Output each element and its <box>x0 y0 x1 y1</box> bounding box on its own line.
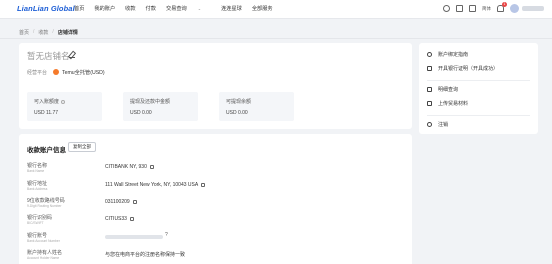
account-row-bank-address: 银行地址 Bank Address 111 Wall Street New Yo… <box>27 180 407 196</box>
account-row-account-number: 银行账号 Bank Account Number ? <box>27 232 407 248</box>
row-label: 9位收款路线号码 <box>27 198 65 204</box>
top-navbar: LianLian Global 首页 我的账户 收款 付款 交易查询 ⌄ 连连星球… <box>0 0 552 19</box>
side-item-details[interactable]: 明细查询 <box>427 86 458 93</box>
unknown-mark: ? <box>165 232 168 238</box>
copy-all-button[interactable]: 复制全部 <box>68 142 96 152</box>
stat-pending: 可入账额度 USD 11.77 <box>27 92 102 121</box>
main-nav: 首页 我的账户 收款 付款 交易查询 ⌄ 连连星球 全部服务 <box>74 5 283 12</box>
stat-withdrawing: 提现及还款中金额 USD 0.00 <box>123 92 198 121</box>
row-label: 银行名称 <box>27 163 48 169</box>
breadcrumb-home[interactable]: 首页 <box>19 29 29 36</box>
nav-receive[interactable]: 收款 <box>125 5 135 12</box>
side-actions-panel: 账户绑定指南 开具银行证明（开具成功） 明细查询 上传贸易材料 注销 <box>419 43 538 134</box>
breadcrumb-current: 店铺详情 <box>57 30 78 36</box>
side-item-label: 开具银行证明（开具成功） <box>438 66 499 72</box>
nav-planet[interactable]: 连连星球 <box>221 5 242 12</box>
store-name: 暂无店铺名 <box>27 51 70 61</box>
nav-home[interactable]: 首页 <box>74 5 84 12</box>
power-icon <box>427 122 432 127</box>
row-label: 银行账号 <box>27 233 48 239</box>
compass-icon <box>427 52 432 57</box>
side-item-bank-proof[interactable]: 开具银行证明（开具成功） <box>427 65 498 72</box>
account-row-routing: 9位收款路线号码 9-Digit Routing Number 03110020… <box>27 197 407 213</box>
breadcrumb-separator: / <box>33 29 35 35</box>
row-label-en: BIC/SWIFT <box>27 221 44 225</box>
row-label-en: 9-Digit Routing Number <box>27 204 62 208</box>
divider <box>0 38 552 39</box>
stat-value: USD 11.77 <box>34 110 59 116</box>
platform-value: Temu全托管(USD) <box>62 70 105 76</box>
avatar[interactable] <box>510 4 519 13</box>
breadcrumb-receive[interactable]: 收款 <box>38 29 48 36</box>
chevron-down-icon: ⌄ <box>197 6 202 11</box>
bell-icon[interactable]: 1 <box>497 2 507 12</box>
copy-icon[interactable] <box>132 199 137 204</box>
row-label-en: Account Holder Name <box>27 256 60 260</box>
help-icon[interactable] <box>443 5 450 12</box>
row-value: 031100209 <box>105 199 130 205</box>
side-item-label: 明细查询 <box>438 87 459 93</box>
nav-my-account[interactable]: 我的账户 <box>94 5 115 12</box>
row-label: 银行地址 <box>27 181 48 187</box>
download-icon[interactable] <box>456 5 463 12</box>
row-value: CITIBANK NY, 930 <box>105 164 147 170</box>
row-value: 111 Wall Street New York, NY, 10043 USA <box>105 182 199 188</box>
logo[interactable]: LianLian Global <box>17 4 75 13</box>
row-label-en: Bank Name <box>27 169 45 173</box>
stat-label: 可入账额度 <box>34 99 60 105</box>
side-item-label: 上传贸易材料 <box>438 101 469 107</box>
breadcrumb: 首页 / 收款 / 店铺详情 <box>19 29 82 36</box>
account-row-holder: 账户持有人姓名 Account Holder Name 与您在电商平台的注册名称… <box>27 249 407 264</box>
stat-value: USD 0.00 <box>130 110 152 116</box>
row-label: 银行识别码 <box>27 215 53 221</box>
stat-label: 提现及还款中金额 <box>130 99 171 105</box>
platform-label: 经营平台 <box>27 70 48 76</box>
nav-transactions[interactable]: 交易查询 ⌄ <box>166 5 211 12</box>
side-item-label: 注销 <box>438 122 449 128</box>
side-item-label: 账户绑定指南 <box>438 52 469 58</box>
list-icon <box>427 87 432 92</box>
file-icon <box>427 66 432 71</box>
stat-available: 可提现余额 USD 0.00 <box>219 92 294 121</box>
masked-account-number <box>105 235 163 239</box>
store-card: 暂无店铺名 经营平台 Temu全托管(USD) 可入账额度 USD 11.77 … <box>19 43 412 129</box>
row-label-en: Bank Account Number <box>27 239 60 243</box>
row-value: CITIUS33 <box>105 216 127 222</box>
user-name-masked[interactable] <box>522 6 544 11</box>
calendar-icon[interactable] <box>469 5 476 12</box>
language-switch[interactable]: 简体 <box>482 6 491 12</box>
notification-badge: 1 <box>502 2 507 7</box>
row-label-en: Bank Address <box>27 187 48 191</box>
nav-all-services[interactable]: 全部服务 <box>252 5 273 12</box>
breadcrumb-separator: / <box>52 29 54 35</box>
copy-icon[interactable] <box>129 216 134 221</box>
row-label: 账户持有人姓名 <box>27 250 63 256</box>
account-row-swift: 银行识别码 BIC/SWIFT CITIUS33 <box>27 214 407 230</box>
copy-icon[interactable] <box>149 164 154 169</box>
stat-value: USD 0.00 <box>226 110 248 116</box>
divider <box>427 115 530 116</box>
row-value: 与您在电商平台的注册名称保持一致 <box>105 252 186 258</box>
side-item-upload-trade[interactable]: 上传贸易材料 <box>427 100 468 107</box>
nav-pay[interactable]: 付款 <box>146 5 156 12</box>
side-item-bind-guide[interactable]: 账户绑定指南 <box>427 51 468 58</box>
stat-label: 可提现余额 <box>226 99 252 105</box>
temu-logo-icon <box>53 68 59 75</box>
info-icon[interactable] <box>61 99 66 104</box>
account-row-bank-name: 银行名称 Bank Name CITIBANK NY, 930 <box>27 162 407 178</box>
account-info-card: 收款账户信息 复制全部 银行名称 Bank Name CITIBANK NY, … <box>19 134 412 264</box>
account-info-title: 收款账户信息 <box>27 147 66 154</box>
side-item-close-account[interactable]: 注销 <box>427 121 448 128</box>
upload-icon <box>427 101 432 106</box>
edit-icon[interactable] <box>69 52 75 58</box>
divider <box>427 80 530 81</box>
top-right-tools: 简体 1 <box>437 2 544 13</box>
copy-icon[interactable] <box>201 182 206 187</box>
